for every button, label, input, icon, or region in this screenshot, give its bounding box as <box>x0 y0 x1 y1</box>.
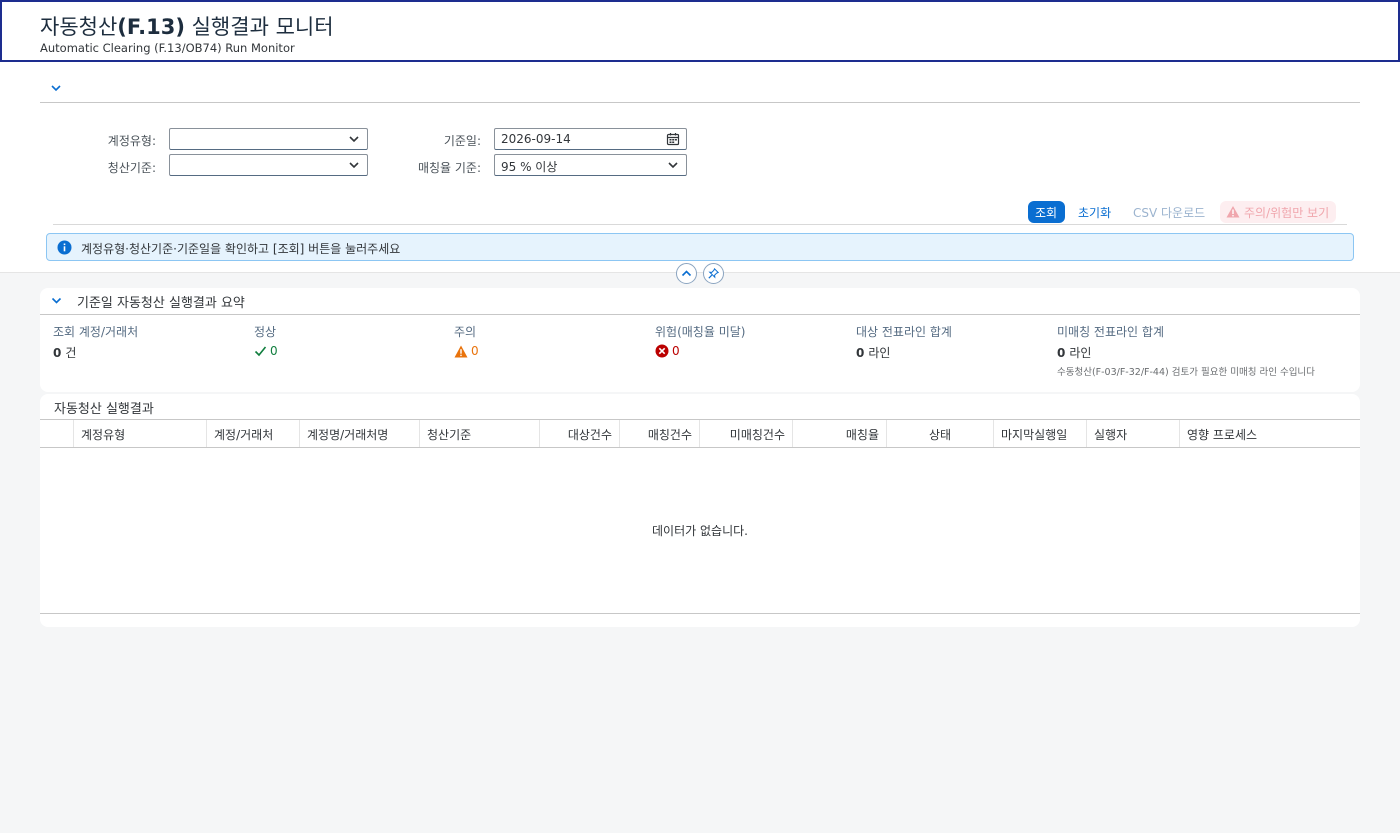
kpi-unmatched-lines: 미매칭 전표라인 합계 0 라인 수동청산(F-03/F-32/F-44) 검토가… <box>1057 323 1315 378</box>
info-message-strip: 계정유형·청산기준·기준일을 확인하고 [조회] 버튼을 눌러주세요 <box>46 233 1354 261</box>
match-rate-select[interactable]: 95 % 이상 <box>494 154 687 176</box>
clearing-basis-select[interactable] <box>169 154 368 176</box>
chevron-down-icon <box>349 162 359 169</box>
match-rate-value: 95 % 이상 <box>501 160 558 174</box>
column-header[interactable]: 계정유형 <box>73 420 206 447</box>
page-title: 자동청산(F.13) 실행결과 모니터 <box>40 15 334 39</box>
kpi-value: 0건 <box>53 345 77 361</box>
kpi-value: 0 <box>454 344 479 358</box>
summary-panel: 기준일 자동청산 실행결과 요약 조회 계정/거래처 0건 정상 0 주의 0 … <box>40 288 1360 392</box>
search-button[interactable]: 조회 <box>1028 201 1065 223</box>
reset-button[interactable]: 초기화 <box>1071 201 1118 223</box>
kpi-total-accounts: 조회 계정/거래처 0건 <box>53 323 138 361</box>
column-header[interactable]: 마지막실행일 <box>993 420 1086 447</box>
chevron-up-icon <box>681 270 692 277</box>
error-icon <box>655 344 669 358</box>
pin-header-button[interactable] <box>703 263 724 284</box>
column-header[interactable]: 청산기준 <box>419 420 539 447</box>
key-date-value: 2026-09-14 <box>501 132 571 146</box>
kpi-label: 주의 <box>454 325 477 339</box>
summary-title: 기준일 자동청산 실행결과 요약 <box>77 296 245 311</box>
csv-download-button[interactable]: CSV 다운로드 <box>1126 201 1212 223</box>
column-header[interactable]: 실행자 <box>1086 420 1179 447</box>
no-data-text: 데이터가 없습니다. <box>652 524 748 538</box>
kpi-warning: 주의 0 <box>454 323 479 358</box>
column-header[interactable]: 매칭건수 <box>619 420 699 447</box>
column-header[interactable]: 계정명/거래처명 <box>299 420 419 447</box>
warning-icon <box>1226 206 1240 218</box>
filter-bar: 계정유형: 청산기준: 기준일: 2026-09-14 매칭율 기준: 95 %… <box>0 62 1400 273</box>
kpi-label: 정상 <box>254 325 277 339</box>
kpi-value: 0 <box>254 344 278 358</box>
kpi-target-lines: 대상 전표라인 합계 0 라인 <box>856 323 952 361</box>
chevron-down-icon <box>668 162 678 169</box>
kpi-value: 0 라인 <box>1057 345 1092 361</box>
filter-collapse-chevron-down-icon[interactable] <box>50 82 64 96</box>
column-header[interactable]: 대상건수 <box>539 420 619 447</box>
page-header: 자동청산(F.13) 실행결과 모니터 Automatic Clearing (… <box>0 0 1400 62</box>
kpi-value: 0 <box>655 344 745 358</box>
row-selector-column[interactable] <box>40 420 73 447</box>
kpi-note: 수동청산(F-03/F-32/F-44) 검토가 필요한 미매칭 라인 수입니다 <box>1057 367 1315 378</box>
column-header[interactable]: 상태 <box>886 420 993 447</box>
kpi-label: 미매칭 전표라인 합계 <box>1057 325 1164 339</box>
kpi-label: 대상 전표라인 합계 <box>856 325 952 339</box>
clearing-basis-label: 청산기준: <box>107 161 156 175</box>
column-header[interactable]: 미매칭건수 <box>699 420 792 447</box>
account-type-label: 계정유형: <box>107 134 156 148</box>
warn-only-label: 주의/위험만 보기 <box>1244 206 1330 220</box>
match-rate-label: 매칭율 기준: <box>417 161 481 175</box>
info-message-text: 계정유형·청산기준·기준일을 확인하고 [조회] 버튼을 눌러주세요 <box>81 242 401 256</box>
chevron-down-icon[interactable] <box>50 294 63 307</box>
kpi-label: 위험(매칭율 미달) <box>655 325 746 339</box>
column-header[interactable]: 영향 프로세스 <box>1179 420 1360 447</box>
warning-icon <box>454 345 468 357</box>
column-header[interactable]: 매칭율 <box>792 420 886 447</box>
filter-divider <box>40 102 1360 103</box>
kpi-normal: 정상 0 <box>254 323 278 358</box>
checkmark-icon <box>254 346 267 357</box>
results-table-header: 계정유형 계정/거래처 계정명/거래처명 청산기준 대상건수 매칭건수 미매칭건… <box>40 419 1360 448</box>
toolbar-divider <box>53 224 1347 225</box>
column-header[interactable]: 계정/거래처 <box>206 420 299 447</box>
kpi-label: 조회 계정/거래처 <box>53 325 139 339</box>
table-bottom-divider <box>40 613 1360 614</box>
results-table-title: 자동청산 실행결과 <box>54 402 154 417</box>
information-icon <box>57 240 72 255</box>
collapse-header-button[interactable] <box>676 263 697 284</box>
chevron-down-icon <box>349 136 359 143</box>
key-date-label: 기준일: <box>443 134 481 148</box>
pin-icon <box>708 268 719 279</box>
account-type-select[interactable] <box>169 128 368 150</box>
summary-panel-header[interactable]: 기준일 자동청산 실행결과 요약 <box>40 288 1360 315</box>
page-subtitle: Automatic Clearing (F.13/OB74) Run Monit… <box>40 41 295 55</box>
kpi-value: 0 라인 <box>856 345 891 361</box>
results-table-panel: 자동청산 실행결과 계정유형 계정/거래처 계정명/거래처명 청산기준 대상건수… <box>40 394 1360 627</box>
calendar-icon[interactable] <box>666 132 680 146</box>
kpi-risk: 위험(매칭율 미달) 0 <box>655 323 745 358</box>
warn-only-button[interactable]: 주의/위험만 보기 <box>1220 201 1337 223</box>
key-date-input[interactable]: 2026-09-14 <box>494 128 687 150</box>
